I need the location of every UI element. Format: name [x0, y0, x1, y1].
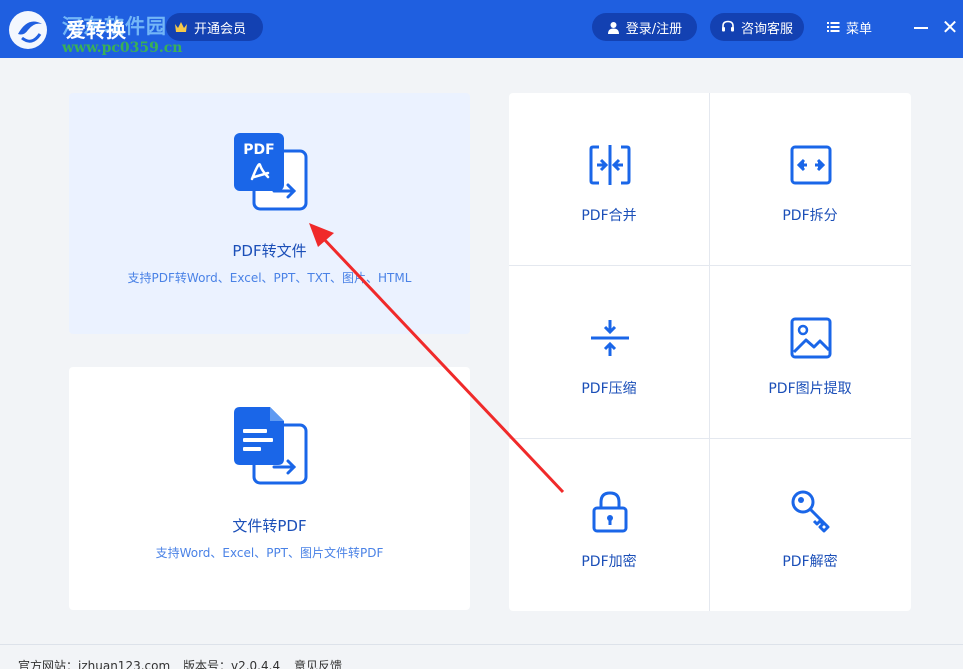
pdf-image-extract-tool[interactable]: PDF图片提取 [710, 266, 910, 438]
login-register-label: 登录/注册 [625, 21, 683, 37]
status-footer: 官方网站：izhuan123.com 版本号：v2.0.4.4 意见反馈 [0, 644, 963, 669]
crown-icon [175, 22, 187, 32]
file-to-pdf-card[interactable]: 文件转PDF 支持Word、Excel、PPT、图片文件转PDF [69, 367, 470, 610]
pdf-encrypt-tool[interactable]: PDF加密 [509, 439, 709, 611]
pdf-compress-label: PDF压缩 [581, 381, 637, 397]
file-to-pdf-title: 文件转PDF [232, 517, 307, 535]
app-title: 爱转换 [66, 18, 126, 42]
svg-text:PDF: PDF [243, 142, 274, 158]
menu-icon [827, 22, 840, 32]
image-icon [790, 317, 832, 359]
minimize-button[interactable] [913, 18, 929, 38]
headset-icon [721, 20, 734, 32]
file-to-pdf-icon [234, 407, 308, 485]
split-icon [790, 145, 832, 185]
pdf-to-file-subtitle: 支持PDF转Word、Excel、PPT、TXT、图片、HTML [127, 271, 412, 285]
menu-label: 菜单 [846, 21, 873, 37]
open-vip-button[interactable]: 开通会员 [166, 13, 263, 41]
pdf-merge-tool[interactable]: PDF合并 [509, 93, 709, 265]
pdf-merge-label: PDF合并 [581, 208, 637, 224]
pdf-to-file-card[interactable]: PDF PDF转文件 支持PDF转Word、Excel、PPT、TXT、图片、H… [69, 93, 470, 334]
pdf-to-file-title: PDF转文件 [232, 242, 307, 260]
user-icon [607, 21, 619, 34]
compress-icon [591, 320, 629, 356]
merge-icon [589, 145, 631, 185]
pdf-compress-tool[interactable]: PDF压缩 [509, 266, 709, 438]
customer-service-label: 咨询客服 [740, 21, 793, 37]
login-register-button[interactable]: 登录/注册 [592, 13, 697, 41]
menu-button[interactable]: 菜单 [827, 13, 872, 41]
pdf-decrypt-label: PDF解密 [782, 554, 838, 570]
pdf-to-file-icon: PDF [234, 133, 308, 211]
close-button[interactable]: ✕ [941, 17, 959, 37]
file-to-pdf-subtitle: 支持Word、Excel、PPT、图片文件转PDF [155, 546, 384, 560]
pdf-tools-grid: PDF合并 PDF拆分 PDF压缩 PDF图片提取 PDF加密 PDF解密 [509, 93, 911, 611]
pdf-split-tool[interactable]: PDF拆分 [710, 93, 910, 265]
official-website-link[interactable]: 官方网站：izhuan123.com [18, 657, 170, 669]
key-icon [791, 490, 830, 533]
pdf-image-extract-label: PDF图片提取 [768, 381, 852, 397]
pdf-encrypt-label: PDF加密 [581, 554, 637, 570]
lock-icon [592, 491, 628, 533]
pdf-decrypt-tool[interactable]: PDF解密 [710, 439, 910, 611]
pdf-split-label: PDF拆分 [782, 208, 838, 224]
open-vip-label: 开通会员 [194, 21, 247, 37]
title-bar: 河东软件园 www.pc0359.cn 爱转换 开通会员 登录/注册 咨询客服 … [0, 0, 963, 58]
customer-service-button[interactable]: 咨询客服 [710, 13, 804, 41]
app-logo-icon [9, 11, 47, 49]
feedback-link[interactable]: 意见反馈 [294, 657, 342, 669]
version-label: 版本号：v2.0.4.4 [183, 659, 281, 669]
